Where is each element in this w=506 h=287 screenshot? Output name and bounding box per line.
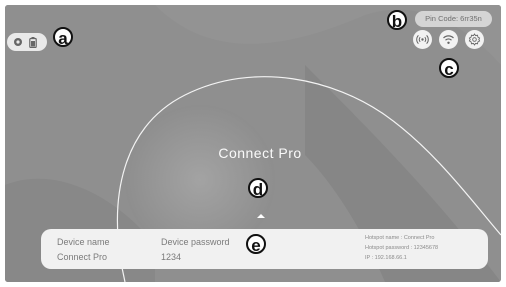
- hotspot-password: Hotspot password : 12345678: [365, 245, 439, 251]
- hotspot-name: Hotspot name : Connect Pro: [365, 235, 435, 241]
- callout-c: c: [439, 58, 459, 79]
- app-title: Connect Pro: [218, 145, 302, 161]
- figure: Pin Code: 6rr35n Connect Pro Device name…: [0, 0, 506, 287]
- wifi-button[interactable]: [439, 30, 458, 49]
- hotspot-icon: [416, 35, 429, 44]
- hotspot-button[interactable]: [413, 30, 432, 49]
- location-icon: [12, 36, 24, 48]
- device-name-value: Connect Pro: [57, 252, 108, 262]
- caret-up-icon[interactable]: [257, 214, 265, 218]
- callout-a: a: [53, 27, 73, 48]
- device-password-value: 1234: [161, 252, 182, 262]
- callout-d: d: [248, 178, 268, 199]
- battery-icon: [27, 36, 39, 48]
- device-password-label: Device password: [161, 237, 230, 247]
- pin-code-badge: Pin Code: 6rr35n: [415, 11, 492, 27]
- settings-icon: [468, 33, 481, 46]
- device-name-label: Device name: [57, 237, 110, 247]
- status-pill: [7, 33, 47, 51]
- wifi-icon: [443, 35, 454, 44]
- callout-b: b: [387, 10, 407, 31]
- callout-e: e: [246, 234, 266, 255]
- settings-button[interactable]: [465, 30, 484, 49]
- hotspot-ip: IP : 192.168.66.1: [365, 255, 407, 261]
